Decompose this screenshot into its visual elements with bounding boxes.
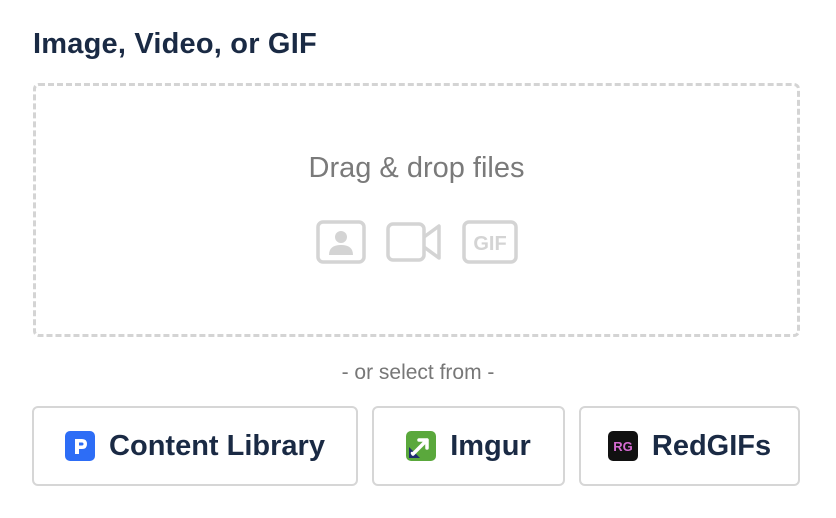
dropzone-prompt: Drag & drop files (308, 152, 525, 184)
redgifs-button[interactable]: RG RedGIFs (579, 406, 800, 486)
imgur-label: Imgur (450, 429, 531, 462)
content-library-label: Content Library (109, 429, 325, 462)
file-dropzone[interactable]: Drag & drop files GIF (33, 83, 800, 337)
redgifs-label: RedGIFs (651, 429, 772, 462)
redgifs-icon-badge: RG (613, 439, 633, 454)
imgur-button[interactable]: Imgur (372, 406, 565, 486)
image-icon (315, 220, 366, 264)
upload-panel: Image, Video, or GIF Drag & drop files G… (0, 0, 836, 518)
section-title: Image, Video, or GIF (33, 28, 317, 60)
video-icon (385, 222, 441, 262)
dropzone-icons: GIF (36, 220, 797, 264)
imgur-icon (406, 431, 437, 461)
content-library-button[interactable]: Content Library (32, 406, 358, 486)
redgifs-icon: RG (607, 431, 638, 461)
content-library-icon (65, 431, 96, 461)
select-from-divider: - or select from - (341, 361, 495, 384)
gif-icon-label: GIF (473, 233, 506, 255)
gif-icon: GIF (461, 220, 518, 264)
